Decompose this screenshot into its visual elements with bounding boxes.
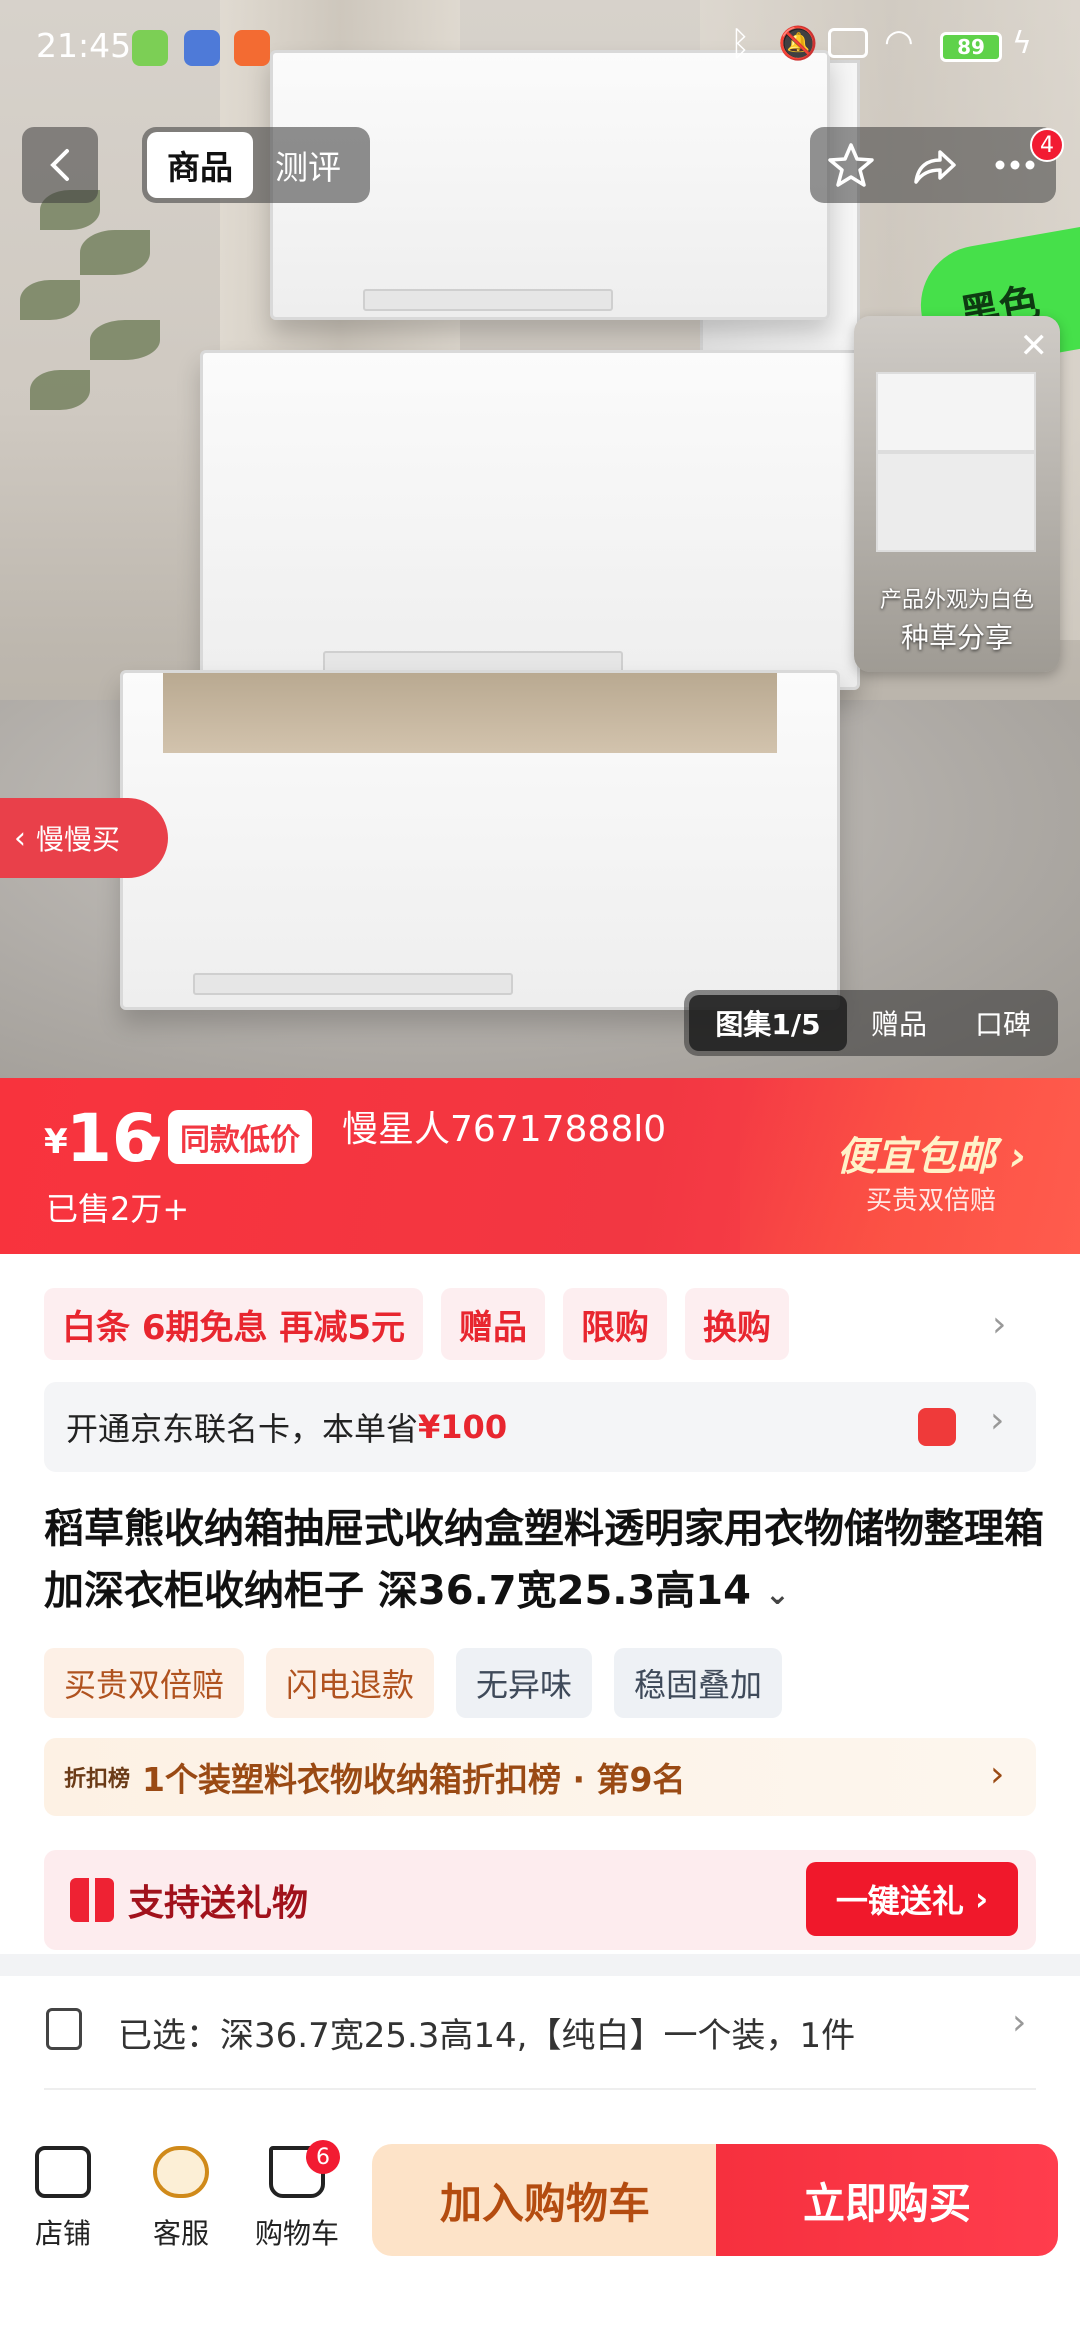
tag-no-odor[interactable]: 无异味	[456, 1648, 593, 1718]
selected-spec-text: 已选：深36.7宽25.3高14,【纯白】一个装，1件	[118, 2016, 856, 2056]
add-to-cart-button[interactable]: 加入购物车	[372, 2144, 718, 2256]
gallery-tab-gift[interactable]: 赠品	[847, 995, 951, 1051]
buy-now-button[interactable]: 立即购买	[716, 2144, 1058, 2256]
chevron-right-icon: ›	[1012, 2002, 1027, 2043]
product-info: 白条 6期免息 再减5元 赠品 限购 换购 › 开通京东联名卡，本单省 ¥100 …	[0, 1254, 1080, 1954]
mute-icon: 🔕	[778, 24, 818, 62]
sold-count: 已售2万+	[46, 1190, 190, 1228]
charging-icon: ϟ	[1012, 26, 1032, 61]
rank-badge: 折扣榜	[64, 1767, 131, 1792]
spec-icon	[46, 2008, 82, 2050]
gallery-switcher: 图集1/5 赠品 口碑	[684, 990, 1058, 1056]
promo-limit[interactable]: 限购	[563, 1288, 667, 1360]
floating-video[interactable]: ✕ 产品外观为白色 种草分享	[854, 316, 1060, 672]
same-low-price-badge[interactable]: 同款低价	[168, 1110, 312, 1164]
more-badge: 4	[1030, 128, 1064, 162]
sim-icon	[828, 28, 868, 58]
service-icon	[153, 2146, 209, 2198]
gallery-tab-images[interactable]: 图集1/5	[689, 995, 847, 1051]
close-icon[interactable]: ✕	[1020, 326, 1049, 366]
chevron-right-icon: ›	[990, 1400, 1005, 1441]
send-gift-button[interactable]: 一键送礼 ›	[806, 1862, 1018, 1936]
status-bar: 21:45 ᛒ 🔕 ◠ 89 ϟ	[0, 0, 1080, 96]
chevron-down-icon[interactable]: ⌄	[765, 1577, 790, 1612]
slow-buy-button[interactable]: ‹ 慢慢买	[0, 798, 168, 878]
tag-stackable[interactable]: 稳固叠加	[614, 1648, 783, 1718]
chevron-right-icon: ›	[990, 1754, 1005, 1795]
co-brand-card-row[interactable]: 开通京东联名卡，本单省 ¥100 ›	[44, 1382, 1036, 1472]
card-text: 开通京东联名卡，本单省	[66, 1410, 419, 1448]
tab-review[interactable]: 测评	[253, 132, 363, 198]
slow-buy-label: 慢慢买	[36, 823, 121, 856]
product-title[interactable]: 稻草熊收纳箱抽屉式收纳盒塑料透明家用衣物储物整理箱加深衣柜收纳柜子 深36.7宽…	[44, 1498, 1044, 1626]
shop-button[interactable]: 店铺	[8, 2146, 118, 2252]
discount-rank-row[interactable]: 折扣榜 1个装塑料衣物收纳箱折扣榜 · 第9名 ›	[44, 1738, 1036, 1816]
page-tabs: 商品 测评	[142, 127, 370, 203]
price-currency: ¥	[44, 1122, 68, 1162]
customer-service-button[interactable]: 客服	[126, 2146, 236, 2252]
service-tags: 买贵双倍赔 闪电退款 无异味 稳固叠加	[44, 1648, 783, 1718]
video-caption: 种草分享	[900, 621, 1013, 654]
card-icon	[918, 1408, 956, 1446]
battery-indicator: 89	[940, 32, 1002, 62]
top-actions	[810, 127, 1056, 203]
bottom-action-bar: 店铺 客服 购物车 6 加入购物车 立即购买	[0, 2120, 1080, 2340]
cheap-shipping-label[interactable]: 便宜包邮 ›	[836, 1124, 1026, 1182]
double-refund-label: 买贵双倍赔	[866, 1186, 997, 1216]
gallery-tab-reviews[interactable]: 口碑	[951, 995, 1055, 1051]
clock: 21:45	[36, 26, 132, 65]
promotion-row[interactable]: 白条 6期免息 再减5元 赠品 限购 换购	[44, 1288, 789, 1360]
tab-product[interactable]: 商品	[147, 132, 253, 198]
chevron-left-icon	[50, 149, 69, 181]
tag-fast-refund[interactable]: 闪电退款	[266, 1648, 435, 1718]
gift-label: 支持送礼物	[128, 1883, 309, 1924]
gift-icon	[70, 1878, 114, 1922]
promo-gift[interactable]: 赠品	[441, 1288, 545, 1360]
selected-spec-row[interactable]: 已选：深36.7宽25.3高14,【纯白】一个装，1件 ›	[0, 1976, 1080, 2120]
video-overlay-text: 产品外观为白色	[879, 588, 1034, 613]
tag-double-refund[interactable]: 买贵双倍赔	[44, 1648, 245, 1718]
price-bar: ¥ 16 .7 同款低价 慢星人76717888l0 已售2万+ 便宜包邮 › …	[0, 1078, 1080, 1254]
settings-notification-icon	[184, 30, 220, 66]
rank-text: 1个装塑料衣物收纳箱折扣榜 · 第9名	[142, 1760, 686, 1799]
shopping-notification-icon	[234, 30, 270, 66]
app-notification-icon	[132, 30, 168, 66]
chevron-left-icon: ‹	[14, 820, 26, 856]
cart-badge: 6	[306, 2140, 340, 2174]
promo-baitiao[interactable]: 白条 6期免息 再减5元	[44, 1288, 423, 1360]
shop-icon	[35, 2146, 91, 2198]
user-tag: 慢星人76717888l0	[342, 1109, 667, 1150]
promo-exchange[interactable]: 换购	[685, 1288, 789, 1360]
wifi-icon: ◠	[884, 22, 914, 62]
chevron-right-icon[interactable]: ›	[992, 1304, 1006, 1345]
back-button[interactable]	[22, 127, 98, 203]
price-decimal: .7	[128, 1130, 163, 1168]
card-saving: ¥100	[418, 1408, 508, 1446]
bluetooth-icon: ᛒ	[730, 24, 751, 64]
star-icon[interactable]	[826, 140, 876, 190]
share-icon[interactable]	[908, 140, 958, 190]
